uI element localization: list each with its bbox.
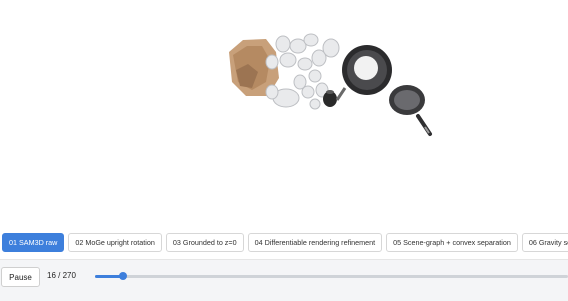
frame-counter: 16 / 270 (47, 271, 76, 280)
stage-tabs: 01 SAM3D raw 02 MoGe upright rotation 03… (2, 232, 568, 252)
slider-thumb[interactable] (119, 272, 128, 280)
stage-tab-04[interactable]: 04 Differentiable rendering refinement (247, 232, 383, 252)
stage-tab-05[interactable]: 05 Scene-graph + convex separation (386, 232, 518, 252)
scene-render (229, 33, 432, 136)
frying-pan (389, 85, 432, 136)
playback-controls: Pause 16 / 270 (0, 259, 568, 301)
3d-viewport[interactable] (0, 0, 568, 228)
stage-tab-01[interactable]: 01 SAM3D raw (2, 232, 65, 252)
stage-tab-03[interactable]: 03 Grounded to z=0 (165, 232, 244, 252)
stage-tab-06[interactable]: 06 Gravity setting (521, 232, 568, 252)
stage-tab-02[interactable]: 02 MoGe upright rotation (68, 232, 162, 252)
pause-button[interactable]: Pause (1, 267, 40, 287)
frame-slider[interactable] (95, 272, 568, 280)
wok (335, 45, 392, 101)
